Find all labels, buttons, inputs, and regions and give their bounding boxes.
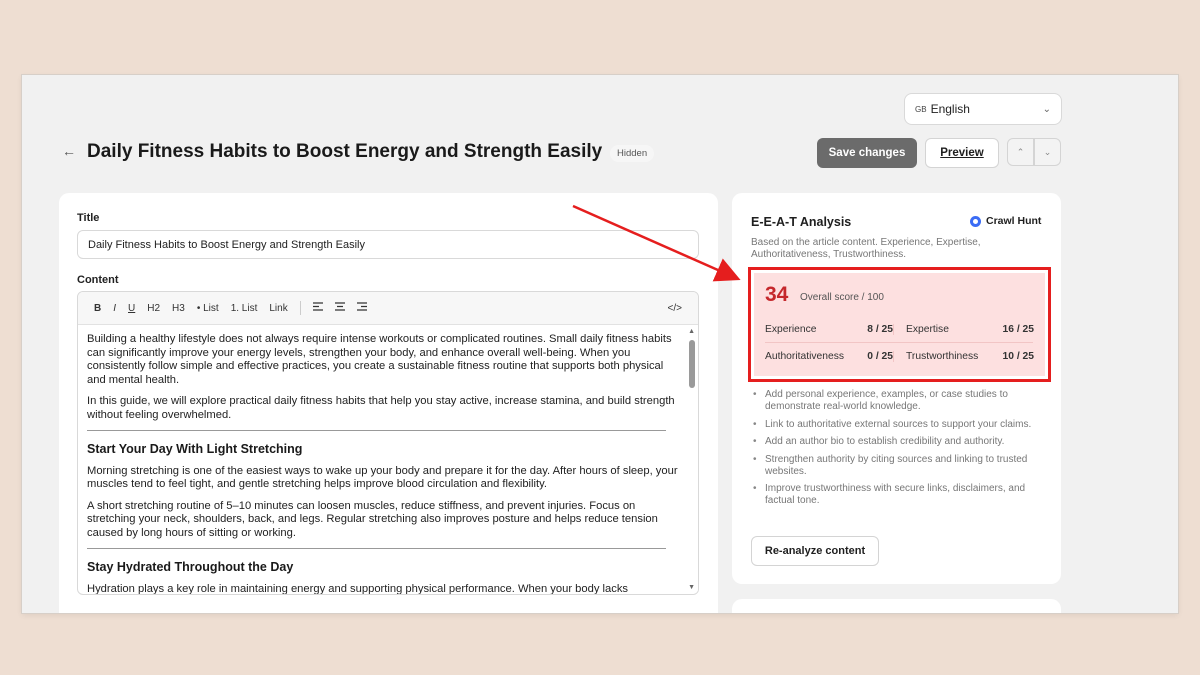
next-card bbox=[732, 599, 1061, 613]
metric-name: Experience bbox=[765, 324, 817, 335]
brand-name: Crawl Hunt bbox=[986, 215, 1042, 227]
scroll-up-icon[interactable]: ▲ bbox=[688, 328, 695, 335]
page-title: Daily Fitness Habits to Boost Energy and… bbox=[87, 141, 603, 162]
h2-button[interactable]: H2 bbox=[141, 303, 166, 314]
eeat-card: E-E-A-T Analysis Crawl Hunt Based on the… bbox=[732, 193, 1061, 584]
chevron-down-icon: ⌄ bbox=[1042, 103, 1051, 115]
title-input[interactable]: Daily Fitness Habits to Boost Energy and… bbox=[77, 230, 699, 259]
toolbar-divider bbox=[299, 301, 301, 315]
paragraph: Hydration plays a key role in maintainin… bbox=[87, 582, 629, 595]
title-label: Title bbox=[77, 212, 100, 224]
divider bbox=[87, 548, 666, 549]
metric-row: Experience 8 / 25 Expertise 16 / 25 bbox=[765, 317, 1035, 343]
rich-text-editor[interactable]: B I U H2 H3 • List 1. List Link </> Buil… bbox=[77, 291, 699, 595]
content-label: Content bbox=[77, 274, 119, 286]
status-badge: Hidden bbox=[610, 145, 655, 162]
metric-name: Authoritativeness bbox=[765, 350, 844, 362]
metric-value: 0 / 25 bbox=[867, 350, 893, 362]
eeat-description: Based on the article content. Experience… bbox=[751, 237, 981, 260]
eeat-title: E-E-A-T Analysis bbox=[751, 215, 852, 229]
editor-content[interactable]: Building a healthy lifestyle does not al… bbox=[78, 325, 698, 595]
bullet-list-button[interactable]: • List bbox=[191, 303, 225, 314]
list-item: Improve trustworthiness with secure link… bbox=[751, 483, 1041, 507]
italic-button[interactable]: I bbox=[107, 303, 122, 314]
paragraph: A short stretching routine of 5–10 minut… bbox=[87, 499, 658, 539]
divider bbox=[87, 430, 666, 431]
section-heading: Start Your Day With Light Stretching bbox=[87, 442, 303, 456]
link-button[interactable]: Link bbox=[263, 303, 293, 314]
app-window: GB English ⌄ ← Daily Fitness Habits to B… bbox=[22, 75, 1178, 613]
paragraph: In this guide, we will explore practical… bbox=[87, 395, 675, 421]
metric-row: Authoritativeness 0 / 25 Trustworthiness… bbox=[765, 343, 1035, 369]
metric-name: Trustworthiness bbox=[906, 350, 979, 362]
metric-value: 8 / 25 bbox=[867, 324, 893, 335]
score-caption: Overall score / 100 bbox=[800, 292, 884, 303]
h3-button[interactable]: H3 bbox=[166, 303, 191, 314]
metric-name: Expertise bbox=[906, 324, 949, 335]
numbered-list-button[interactable]: 1. List bbox=[225, 303, 264, 314]
code-view-button[interactable]: </> bbox=[662, 303, 688, 314]
align-right-icon[interactable] bbox=[351, 302, 373, 314]
align-left-icon[interactable] bbox=[307, 302, 329, 314]
score-highlight-box: 34 Overall score / 100 Experience 8 / 25… bbox=[748, 267, 1051, 382]
flag-icon: GB bbox=[915, 104, 927, 114]
list-item: Strengthen authority by citing sources a… bbox=[751, 454, 1041, 478]
editor-toolbar: B I U H2 H3 • List 1. List Link </> bbox=[78, 292, 698, 325]
reanalyze-button[interactable]: Re-analyze content bbox=[751, 536, 879, 566]
metric-value: 16 / 25 bbox=[1002, 324, 1035, 335]
underline-button[interactable]: U bbox=[122, 303, 141, 314]
language-select[interactable]: GB English ⌄ bbox=[904, 93, 1062, 125]
list-item: Add an author bio to establish credibili… bbox=[751, 436, 1041, 448]
chevron-up-icon[interactable]: ⌃ bbox=[1007, 138, 1034, 166]
metric-value: 10 / 25 bbox=[1002, 350, 1035, 362]
brand-label: Crawl Hunt bbox=[970, 215, 1041, 227]
list-item: Link to authoritative external sources t… bbox=[751, 419, 1041, 431]
align-center-icon[interactable] bbox=[329, 302, 351, 314]
scrollbar-thumb[interactable] bbox=[689, 340, 695, 388]
bold-button[interactable]: B bbox=[88, 303, 107, 314]
language-label: English bbox=[930, 102, 970, 116]
score-panel: 34 Overall score / 100 Experience 8 / 25… bbox=[754, 273, 1045, 376]
recommendations-list: Add personal experience, examples, or ca… bbox=[751, 389, 1041, 513]
paragraph: Building a healthy lifestyle does not al… bbox=[87, 333, 672, 386]
overall-score: 34 bbox=[765, 283, 789, 306]
chevron-down-icon[interactable]: ⌄ bbox=[1034, 138, 1061, 166]
editor-card: Title Daily Fitness Habits to Boost Ener… bbox=[59, 193, 718, 613]
preview-button[interactable]: Preview bbox=[925, 138, 999, 168]
save-button[interactable]: Save changes bbox=[817, 138, 917, 168]
paragraph: Morning stretching is one of the easiest… bbox=[87, 464, 678, 491]
brand-logo-icon bbox=[970, 215, 981, 227]
section-heading: Stay Hydrated Throughout the Day bbox=[87, 560, 294, 574]
arrow-left-icon[interactable]: ← bbox=[62, 143, 76, 159]
list-item: Add personal experience, examples, or ca… bbox=[751, 389, 1041, 413]
scroll-down-icon[interactable]: ▼ bbox=[688, 584, 695, 591]
